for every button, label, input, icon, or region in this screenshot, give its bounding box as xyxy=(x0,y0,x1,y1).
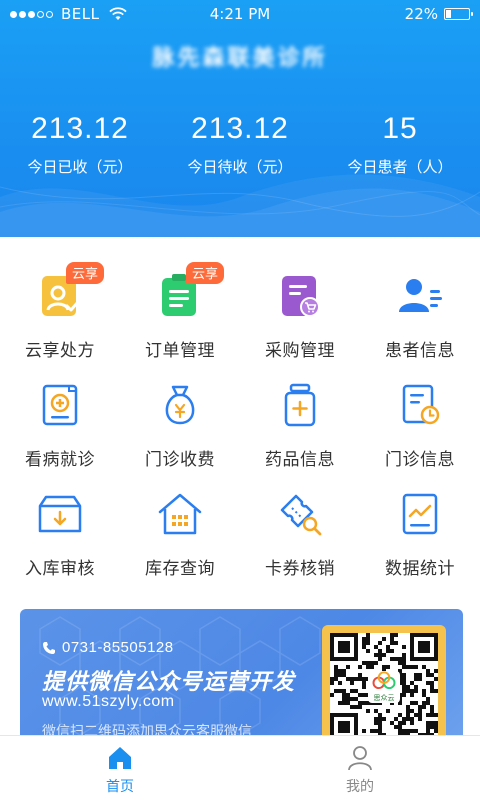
phone-icon xyxy=(43,641,55,654)
stat-label: 今日已收（元） xyxy=(27,158,133,176)
banner-phone-number: 0731-85505128 xyxy=(62,639,174,656)
stat-value: 213.12 xyxy=(31,112,129,145)
charge-icon xyxy=(165,385,195,425)
header: BELL 4:21 PM 22% 脉先森联美诊所 213.12 今日已收（元） … xyxy=(0,0,480,237)
menu-label: 看病就诊 xyxy=(25,450,95,470)
menu-item-inbound-review[interactable]: 入库审核 xyxy=(0,476,120,585)
stat-patients[interactable]: 15 今日患者（人） xyxy=(320,112,480,177)
tab-label: 我的 xyxy=(346,779,374,795)
badge-cloud: 云享 xyxy=(66,262,105,284)
promo-banner[interactable]: 0731-85505128 提供微信公众号运营开发 www.51szyly.co… xyxy=(20,609,463,749)
menu-label: 库存查询 xyxy=(145,559,215,579)
cloud-logo-icon xyxy=(372,671,396,690)
qr-logo: 思众云 xyxy=(368,671,400,703)
medicine-icon xyxy=(284,383,316,427)
stat-label: 今日患者（人） xyxy=(347,158,453,176)
qr-code-frame: 思众云 xyxy=(322,625,446,749)
menu-label: 药品信息 xyxy=(265,450,335,470)
inventory-icon xyxy=(158,493,202,535)
clinic-name: 脉先森联美诊所 xyxy=(152,46,328,71)
menu-label: 采购管理 xyxy=(265,341,335,361)
menu-label: 数据统计 xyxy=(385,559,455,579)
menu-item-coupon-redeem[interactable]: 卡券核销 xyxy=(240,476,360,585)
battery-icon xyxy=(444,8,473,20)
menu-label: 门诊信息 xyxy=(385,450,455,470)
menu-item-inventory-query[interactable]: 库存查询 xyxy=(120,476,240,585)
tab-home[interactable]: 首页 xyxy=(0,736,240,800)
daily-stats: 213.12 今日已收（元） 213.12 今日待收（元） 15 今日患者（人） xyxy=(0,112,480,177)
stat-value: 213.12 xyxy=(191,112,289,145)
menu-item-patient-info[interactable]: 患者信息 xyxy=(360,258,480,367)
menu-item-cloud-prescription[interactable]: 云享 云享处方 xyxy=(0,258,120,367)
stat-value: 15 xyxy=(382,112,418,145)
tab-bar: 首页 我的 xyxy=(0,735,480,800)
battery-percent: 22% xyxy=(404,5,438,23)
inbound-icon xyxy=(38,495,82,533)
tab-profile[interactable]: 我的 xyxy=(240,736,480,800)
stat-received[interactable]: 213.12 今日已收（元） xyxy=(0,112,160,177)
menu-item-medicine-info[interactable]: 药品信息 xyxy=(240,367,360,476)
menu-item-purchase-management[interactable]: 采购管理 xyxy=(240,258,360,367)
menu-label: 订单管理 xyxy=(145,341,215,361)
function-grid: 云享 云享处方 云享 订单管理 采购管理 患者信息 看病就诊 门诊收费 药品信息… xyxy=(0,258,480,585)
menu-label: 患者信息 xyxy=(385,341,455,361)
consult-icon xyxy=(42,384,78,426)
menu-label: 卡券核销 xyxy=(265,559,335,579)
menu-item-consultation[interactable]: 看病就诊 xyxy=(0,367,120,476)
qr-code: 思众云 xyxy=(330,633,438,741)
stat-label: 今日待收（元） xyxy=(187,158,293,176)
menu-label: 入库审核 xyxy=(25,559,95,579)
banner-headline: 提供微信公众号运营开发 xyxy=(42,670,296,695)
profile-icon xyxy=(348,746,372,771)
menu-item-statistics[interactable]: 数据统计 xyxy=(360,476,480,585)
stat-pending[interactable]: 213.12 今日待收（元） xyxy=(160,112,320,177)
menu-item-outpatient-info[interactable]: 门诊信息 xyxy=(360,367,480,476)
status-bar: BELL 4:21 PM 22% xyxy=(0,0,480,28)
badge-cloud: 云享 xyxy=(186,262,225,284)
qr-logo-text: 思众云 xyxy=(373,694,395,702)
banner-phone: 0731-85505128 xyxy=(42,639,174,656)
banner-url: www.51szyly.com xyxy=(42,693,175,710)
menu-label: 门诊收费 xyxy=(145,450,215,470)
patient-icon xyxy=(399,279,442,312)
menu-item-outpatient-charge[interactable]: 门诊收费 xyxy=(120,367,240,476)
coupon-icon xyxy=(280,494,322,536)
purchase-icon xyxy=(282,276,320,317)
outpatient-icon xyxy=(402,384,440,425)
home-icon xyxy=(109,747,131,769)
tab-label: 首页 xyxy=(106,779,134,795)
menu-item-order-management[interactable]: 云享 订单管理 xyxy=(120,258,240,367)
statistics-icon xyxy=(402,493,438,535)
menu-label: 云享处方 xyxy=(25,341,95,361)
